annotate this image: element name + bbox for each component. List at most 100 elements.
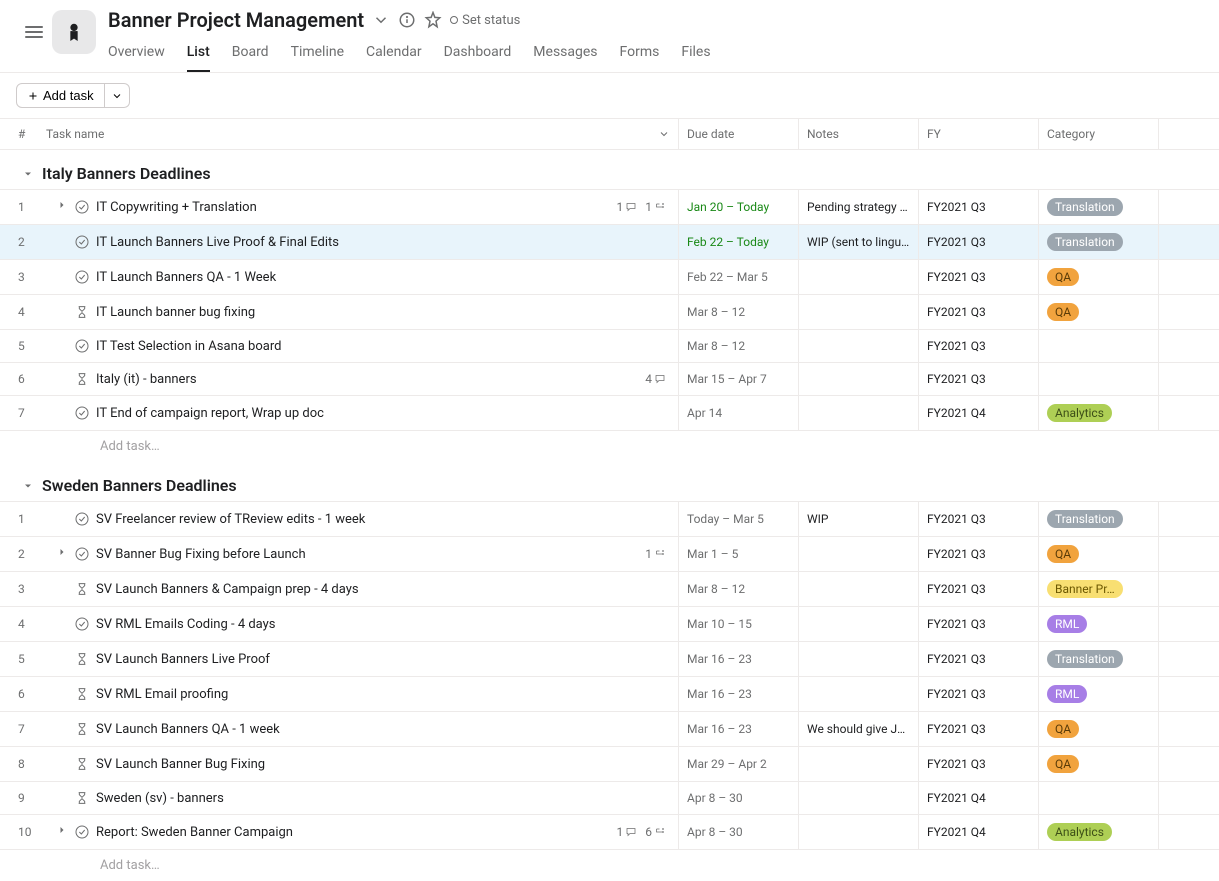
- notes-cell[interactable]: [799, 572, 919, 606]
- task-row[interactable]: 4IT Launch banner bug fixingMar 8 – 12FY…: [0, 295, 1219, 330]
- task-title[interactable]: IT Launch banner bug fixing: [96, 305, 670, 320]
- due-date[interactable]: Apr 8 – 30: [679, 815, 799, 849]
- category-cell[interactable]: QA: [1039, 537, 1159, 571]
- due-date[interactable]: Apr 8 – 30: [679, 782, 799, 814]
- hourglass-icon[interactable]: [74, 686, 90, 702]
- check-circle-icon[interactable]: [74, 405, 90, 421]
- set-status-button[interactable]: Set status: [450, 13, 520, 28]
- check-circle-icon[interactable]: [74, 338, 90, 354]
- category-pill[interactable]: Banner Pr…: [1047, 580, 1123, 598]
- tab-files[interactable]: Files: [681, 38, 710, 72]
- notes-cell[interactable]: [799, 363, 919, 395]
- task-row[interactable]: 6SV RML Email proofingMar 16 – 23FY2021 …: [0, 677, 1219, 712]
- comment-count[interactable]: 1: [617, 200, 638, 214]
- category-pill[interactable]: Translation: [1047, 233, 1123, 251]
- project-title[interactable]: Banner Project Management: [108, 8, 364, 32]
- task-row[interactable]: 1SV Freelancer review of TReview edits -…: [0, 501, 1219, 537]
- notes-cell[interactable]: [799, 295, 919, 329]
- fy-cell[interactable]: FY2021 Q3: [919, 295, 1039, 329]
- due-date[interactable]: Feb 22 – Mar 5: [679, 260, 799, 294]
- category-pill[interactable]: QA: [1047, 303, 1079, 321]
- category-cell[interactable]: QA: [1039, 747, 1159, 781]
- tab-list[interactable]: List: [187, 38, 210, 72]
- check-circle-icon[interactable]: [74, 199, 90, 215]
- tab-timeline[interactable]: Timeline: [291, 38, 344, 72]
- subtask-count[interactable]: 6: [645, 825, 666, 839]
- due-date[interactable]: Feb 22 – Today: [679, 225, 799, 259]
- due-date[interactable]: Mar 15 – Apr 7: [679, 363, 799, 395]
- fy-cell[interactable]: FY2021 Q3: [919, 330, 1039, 362]
- fy-cell[interactable]: FY2021 Q4: [919, 815, 1039, 849]
- comment-count[interactable]: 1: [617, 825, 638, 839]
- column-due-date[interactable]: Due date: [679, 119, 799, 149]
- task-title[interactable]: SV Banner Bug Fixing before Launch: [96, 547, 639, 562]
- task-title[interactable]: Report: Sweden Banner Campaign: [96, 825, 611, 840]
- section-title[interactable]: Sweden Banners Deadlines: [42, 476, 237, 495]
- project-icon[interactable]: [52, 10, 96, 54]
- hourglass-icon[interactable]: [74, 304, 90, 320]
- expand-arrow-icon[interactable]: [56, 199, 68, 215]
- tab-overview[interactable]: Overview: [108, 38, 165, 72]
- notes-cell[interactable]: WIP: [799, 502, 919, 536]
- fy-cell[interactable]: FY2021 Q3: [919, 607, 1039, 641]
- due-date[interactable]: Mar 8 – 12: [679, 295, 799, 329]
- hourglass-icon[interactable]: [74, 790, 90, 806]
- subtask-count[interactable]: 1: [645, 547, 666, 561]
- task-row[interactable]: 8SV Launch Banner Bug FixingMar 29 – Apr…: [0, 747, 1219, 782]
- category-pill[interactable]: QA: [1047, 755, 1079, 773]
- task-row[interactable]: 9Sweden (sv) - bannersApr 8 – 30FY2021 Q…: [0, 782, 1219, 815]
- task-title[interactable]: Italy (it) - banners: [96, 372, 639, 387]
- fy-cell[interactable]: FY2021 Q3: [919, 537, 1039, 571]
- category-pill[interactable]: QA: [1047, 268, 1079, 286]
- category-cell[interactable]: Translation: [1039, 190, 1159, 224]
- due-date[interactable]: Jan 20 – Today: [679, 190, 799, 224]
- due-date[interactable]: Today – Mar 5: [679, 502, 799, 536]
- section-collapse-icon[interactable]: [22, 480, 34, 492]
- check-circle-icon[interactable]: [74, 269, 90, 285]
- due-date[interactable]: Mar 16 – 23: [679, 677, 799, 711]
- notes-cell[interactable]: Pending strategy …: [799, 190, 919, 224]
- category-cell[interactable]: RML: [1039, 607, 1159, 641]
- notes-cell[interactable]: [799, 642, 919, 676]
- notes-cell[interactable]: [799, 782, 919, 814]
- notes-cell[interactable]: [799, 747, 919, 781]
- fy-cell[interactable]: FY2021 Q3: [919, 502, 1039, 536]
- menu-button[interactable]: [16, 14, 52, 50]
- task-row[interactable]: 5IT Test Selection in Asana boardMar 8 –…: [0, 330, 1219, 363]
- comment-count[interactable]: 4: [645, 372, 666, 386]
- task-row[interactable]: 10Report: Sweden Banner Campaign1 6 Apr …: [0, 815, 1219, 850]
- check-circle-icon[interactable]: [74, 511, 90, 527]
- task-row[interactable]: 3SV Launch Banners & Campaign prep - 4 d…: [0, 572, 1219, 607]
- task-title[interactable]: SV Launch Banners QA - 1 week: [96, 722, 670, 737]
- category-pill[interactable]: RML: [1047, 615, 1087, 633]
- chevron-down-icon[interactable]: [658, 128, 670, 140]
- category-pill[interactable]: Translation: [1047, 198, 1123, 216]
- notes-cell[interactable]: [799, 537, 919, 571]
- due-date[interactable]: Mar 29 – Apr 2: [679, 747, 799, 781]
- task-title[interactable]: IT End of campaign report, Wrap up doc: [96, 406, 670, 421]
- task-row[interactable]: 1IT Copywriting + Translation1 1 Jan 20 …: [0, 189, 1219, 225]
- category-cell[interactable]: Banner Pr…: [1039, 572, 1159, 606]
- info-icon[interactable]: [398, 11, 416, 29]
- check-circle-icon[interactable]: [74, 234, 90, 250]
- notes-cell[interactable]: [799, 815, 919, 849]
- fy-cell[interactable]: FY2021 Q4: [919, 782, 1039, 814]
- due-date[interactable]: Mar 8 – 12: [679, 572, 799, 606]
- category-pill[interactable]: Translation: [1047, 510, 1123, 528]
- section-title[interactable]: Italy Banners Deadlines: [42, 164, 211, 183]
- notes-cell[interactable]: We should give J…: [799, 712, 919, 746]
- task-title[interactable]: SV Freelancer review of TReview edits - …: [96, 512, 670, 527]
- category-cell[interactable]: Analytics: [1039, 815, 1159, 849]
- expand-arrow-icon[interactable]: [56, 546, 68, 562]
- fy-cell[interactable]: FY2021 Q3: [919, 190, 1039, 224]
- tab-dashboard[interactable]: Dashboard: [444, 38, 512, 72]
- notes-cell[interactable]: [799, 260, 919, 294]
- due-date[interactable]: Mar 16 – 23: [679, 712, 799, 746]
- fy-cell[interactable]: FY2021 Q3: [919, 572, 1039, 606]
- section-collapse-icon[interactable]: [22, 168, 34, 180]
- task-title[interactable]: IT Copywriting + Translation: [96, 200, 611, 215]
- task-row[interactable]: 6Italy (it) - banners4 Mar 15 – Apr 7FY2…: [0, 363, 1219, 396]
- due-date[interactable]: Mar 10 – 15: [679, 607, 799, 641]
- add-task-row[interactable]: Add task…: [0, 431, 1219, 462]
- due-date[interactable]: Apr 14: [679, 396, 799, 430]
